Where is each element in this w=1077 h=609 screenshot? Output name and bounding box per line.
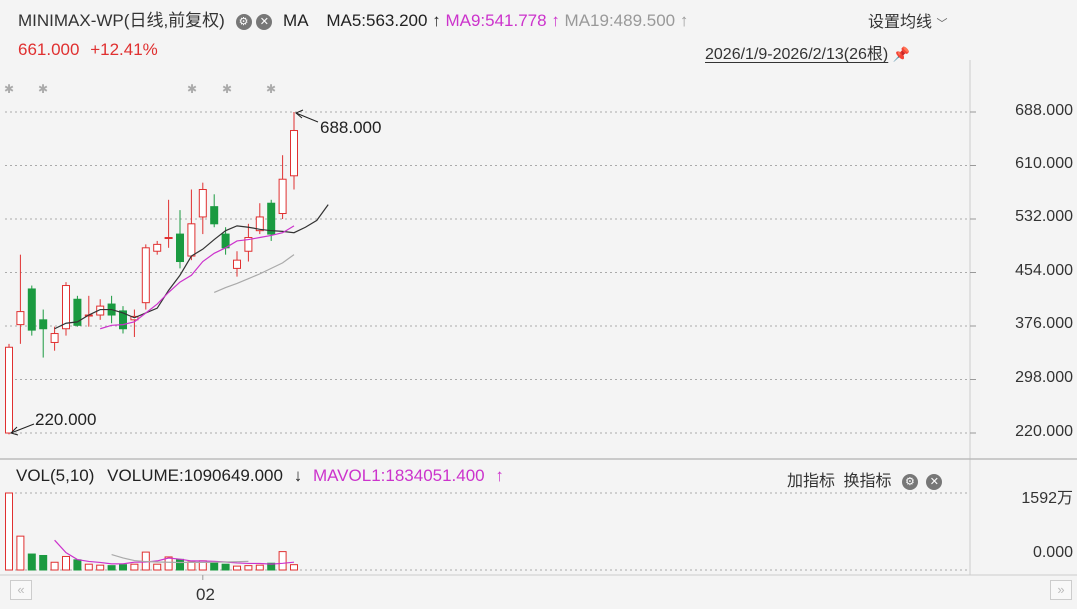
volume-bar-down bbox=[107, 565, 116, 571]
volume-bar-down bbox=[73, 559, 82, 571]
volume-bar-down bbox=[176, 558, 184, 571]
candle-up bbox=[290, 130, 298, 177]
volume-bar-up bbox=[84, 563, 93, 571]
volume-bar-up bbox=[16, 535, 25, 571]
volume-bar-up bbox=[5, 492, 13, 571]
candle-up bbox=[198, 189, 207, 218]
volume-bar-up bbox=[130, 563, 139, 571]
volume-bar-down bbox=[39, 554, 48, 571]
candle-up bbox=[16, 311, 25, 326]
candle-up bbox=[164, 237, 173, 240]
mavol-line-mavol1 bbox=[54, 539, 295, 565]
candle-up bbox=[153, 243, 162, 252]
volume-bar-up bbox=[50, 561, 59, 571]
volume-bar-down bbox=[119, 564, 127, 571]
volume-bar-up bbox=[233, 565, 241, 571]
high-annotation-arrow bbox=[295, 112, 319, 123]
candle-up bbox=[50, 333, 59, 343]
volume-bar-up bbox=[96, 564, 105, 571]
ma-line-ma19 bbox=[213, 254, 295, 293]
candle-down bbox=[39, 319, 48, 330]
candle-up bbox=[62, 285, 70, 330]
candle-down bbox=[210, 206, 219, 225]
volume-bar-up bbox=[153, 563, 162, 571]
candle-up bbox=[187, 223, 196, 257]
candle-down bbox=[267, 202, 276, 235]
volume-bar-up bbox=[187, 561, 196, 571]
volume-bar-up bbox=[278, 551, 287, 571]
marker-icon: ✱ bbox=[222, 82, 232, 96]
candle-up bbox=[278, 178, 287, 215]
marker-icon: ✱ bbox=[187, 82, 197, 96]
volume-bar-up bbox=[290, 564, 298, 571]
marker-icon: ✱ bbox=[266, 82, 276, 96]
marker-icon: ✱ bbox=[4, 82, 14, 96]
volume-bar-down bbox=[221, 563, 230, 571]
ma-line-ma9 bbox=[100, 225, 295, 330]
volume-bar-down bbox=[210, 562, 219, 571]
candlestick-chart[interactable]: ✱ ✱ ✱ ✱ ✱ bbox=[0, 0, 1077, 609]
volume-bar-up bbox=[244, 565, 253, 571]
candle-up bbox=[5, 346, 13, 434]
volume-bar-down bbox=[27, 553, 36, 571]
low-annotation-arrow bbox=[10, 423, 35, 434]
candle-up bbox=[233, 259, 241, 269]
volume-bar-up bbox=[62, 555, 70, 571]
candle-down bbox=[27, 288, 36, 331]
volume-bar-up bbox=[255, 564, 264, 571]
candle-down bbox=[176, 233, 184, 263]
marker-icon: ✱ bbox=[38, 82, 48, 96]
candle-up bbox=[141, 247, 150, 304]
